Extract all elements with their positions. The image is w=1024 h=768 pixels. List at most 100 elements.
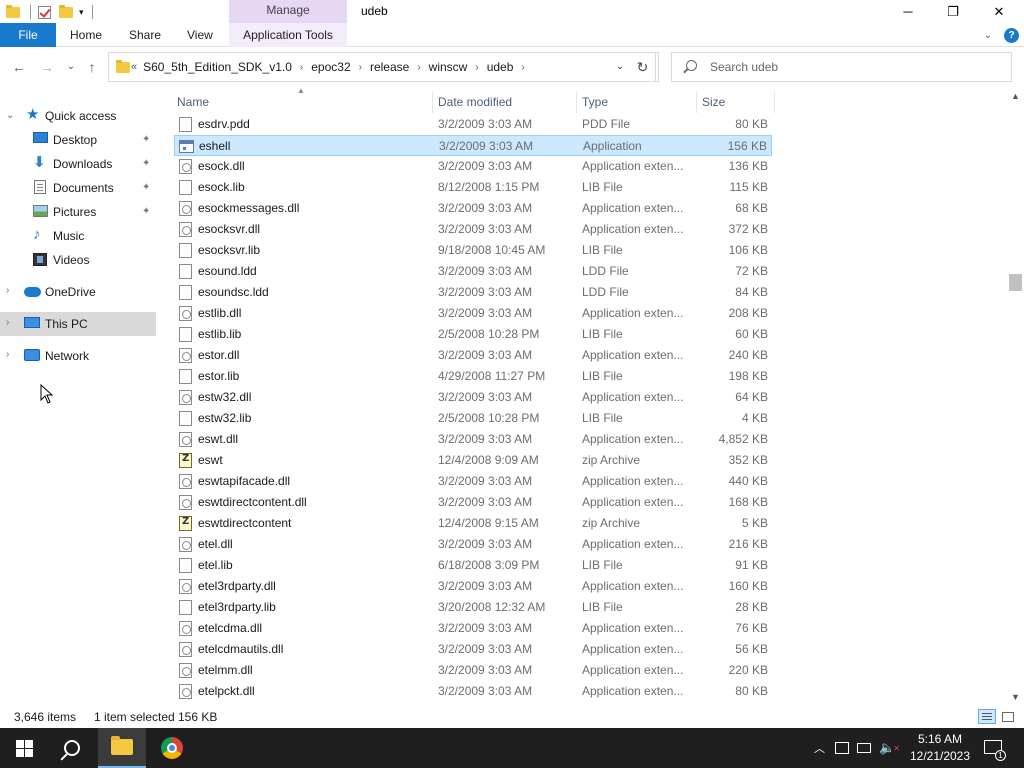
nav-item-desktop[interactable]: Desktop ✦ — [0, 128, 156, 152]
tab-share[interactable]: Share — [129, 23, 161, 47]
breadcrumb-item[interactable]: epoc32 — [311, 60, 350, 74]
breadcrumb-item[interactable]: S60_5th_Edition_SDK_v1.0 — [143, 60, 292, 74]
new-folder-icon[interactable] — [57, 4, 75, 20]
large-icons-view-icon[interactable] — [999, 709, 1017, 724]
file-row[interactable]: etelcdma.dll 3/2/2009 3:03 AM Application … — [174, 618, 772, 639]
file-row[interactable]: etelmm.dll 3/2/2009 3:03 AM Application ex… — [174, 660, 772, 681]
expand-ribbon-icon[interactable]: ⌄ — [984, 30, 992, 41]
column-divider[interactable] — [576, 91, 577, 113]
chevron-down-icon[interactable]: ⌄ — [6, 110, 16, 121]
taskbar-clock[interactable]: 5:16 AM 12/21/2023 — [904, 731, 976, 765]
file-row[interactable]: esdrv.pdd 3/2/2009 3:03 AM PDD File 80 KB — [174, 114, 772, 135]
column-divider[interactable] — [774, 91, 775, 113]
chevron-right-icon[interactable]: › — [6, 285, 16, 296]
chevron-right-icon[interactable]: › — [417, 62, 420, 73]
file-row[interactable]: etelcdmautils.dll 3/2/2009 3:03 AM Applica… — [174, 639, 772, 660]
nav-item-videos[interactable]: Videos — [0, 248, 156, 272]
taskbar-file-explorer[interactable] — [98, 728, 146, 768]
scroll-down-button[interactable]: ▼ — [1007, 689, 1024, 706]
file-row[interactable]: etel.lib 6/18/2008 3:09 PM LIB File 91 KB — [174, 555, 772, 576]
properties-icon[interactable] — [35, 4, 53, 20]
file-icon — [179, 411, 192, 426]
recent-locations-button[interactable]: ⌄ — [62, 58, 80, 76]
nav-item-downloads[interactable]: ⬇ Downloads ✦ — [0, 152, 156, 176]
manage-contextual-tab[interactable]: Manage — [229, 0, 347, 23]
forward-button[interactable]: → — [38, 58, 56, 76]
close-button[interactable]: ✕ — [976, 0, 1022, 23]
start-button[interactable] — [0, 728, 48, 768]
maximize-button[interactable]: ❐ — [930, 0, 976, 23]
nav-item-network[interactable]: › Network — [0, 344, 156, 368]
file-row[interactable]: etel3rdparty.lib 3/20/2008 12:32 AM LIB Fi… — [174, 597, 772, 618]
file-row[interactable]: estor.dll 3/2/2009 3:03 AM Application ext… — [174, 345, 772, 366]
file-row[interactable]: etel.dll 3/2/2009 3:03 AM Application exte… — [174, 534, 772, 555]
file-row[interactable]: estw32.dll 3/2/2009 3:03 AM Application ex… — [174, 387, 772, 408]
file-row[interactable]: eswt 12/4/2008 9:09 AM zip Archive 352 KB — [174, 450, 772, 471]
file-row[interactable]: esock.dll 3/2/2009 3:03 AM Application ext… — [174, 156, 772, 177]
tray-overflow-icon[interactable]: ︿ — [814, 740, 825, 756]
chevron-right-icon[interactable]: › — [521, 62, 524, 73]
chevron-right-icon[interactable]: › — [359, 62, 362, 73]
pin-icon: ✦ — [142, 158, 151, 169]
qat-dropdown-icon[interactable]: ▾ — [79, 7, 84, 18]
file-date: 3/2/2009 3:03 AM — [438, 579, 533, 593]
column-divider[interactable] — [696, 91, 697, 113]
nav-item-this-pc[interactable]: › This PC — [0, 312, 156, 336]
chevron-right-icon[interactable]: › — [300, 62, 303, 73]
details-view-icon[interactable] — [978, 709, 996, 724]
taskbar-chrome[interactable] — [148, 728, 196, 768]
search-box[interactable] — [671, 52, 1012, 82]
file-row[interactable]: eswtdirectcontent.dll 3/2/2009 3:03 AM App… — [174, 492, 772, 513]
tab-view[interactable]: View — [187, 23, 213, 47]
file-row[interactable]: esound.ldd 3/2/2009 3:03 AM LDD File 72 KB — [174, 261, 772, 282]
tab-application-tools[interactable]: Application Tools — [229, 23, 347, 47]
column-divider[interactable] — [432, 91, 433, 113]
refresh-button[interactable]: ↻ — [627, 52, 659, 82]
scroll-up-button[interactable]: ▲ — [1007, 88, 1024, 105]
breadcrumb-item[interactable]: release — [370, 60, 409, 74]
file-row[interactable]: estlib.lib 2/5/2008 10:28 PM LIB File 60 KB — [174, 324, 772, 345]
nav-item-pictures[interactable]: Pictures ✦ — [0, 200, 156, 224]
chevron-right-icon[interactable]: › — [6, 349, 16, 360]
nav-item-quick-access[interactable]: ⌄ ★ Quick access — [0, 104, 156, 128]
file-row[interactable]: esockmessages.dll 3/2/2009 3:03 AM Applica… — [174, 198, 772, 219]
file-row[interactable]: eswtdirectcontent 12/4/2008 9:15 AM zip Ar… — [174, 513, 772, 534]
vertical-scrollbar[interactable]: ▲ ▼ — [1007, 88, 1024, 706]
scroll-thumb[interactable] — [1009, 274, 1022, 291]
file-row[interactable]: eswtapifacade.dll 3/2/2009 3:03 AM Applica… — [174, 471, 772, 492]
file-row[interactable]: estlib.dll 3/2/2009 3:03 AM Application ex… — [174, 303, 772, 324]
up-button[interactable]: ↑ — [83, 58, 101, 76]
file-row[interactable]: esock.lib 8/12/2008 1:15 PM LIB File 115 KB — [174, 177, 772, 198]
column-header-size[interactable]: Size — [702, 91, 725, 113]
breadcrumb-item[interactable]: winscw — [429, 60, 468, 74]
nav-item-documents[interactable]: Documents ✦ — [0, 176, 156, 200]
back-button[interactable]: ← — [10, 58, 28, 76]
column-header-type[interactable]: Type — [582, 91, 608, 113]
file-row[interactable]: esoundsc.ldd 3/2/2009 3:03 AM LDD File 84 K… — [174, 282, 772, 303]
network-tray-icon[interactable] — [857, 743, 871, 753]
chevron-right-icon[interactable]: › — [475, 62, 478, 73]
breadcrumb-item[interactable]: udeb — [487, 60, 514, 74]
tab-home[interactable]: Home — [70, 23, 102, 47]
file-row[interactable]: etel3rdparty.dll 3/2/2009 3:03 AM Applicat… — [174, 576, 772, 597]
taskbar-search-button[interactable] — [48, 728, 96, 768]
action-center-tray-icon[interactable] — [835, 742, 849, 754]
minimize-button[interactable]: ─ — [885, 0, 931, 23]
file-row[interactable]: esocksvr.dll 3/2/2009 3:03 AM Application … — [174, 219, 772, 240]
file-row[interactable]: estor.lib 4/29/2008 11:27 PM LIB File 198 K… — [174, 366, 772, 387]
search-input[interactable] — [710, 59, 1000, 75]
column-header-date[interactable]: Date modified — [438, 91, 512, 113]
file-row[interactable]: eshell 3/2/2009 3:03 AM Application 156 KB — [174, 135, 772, 156]
help-icon[interactable]: ? — [1004, 27, 1019, 43]
address-bar[interactable]: « S60_5th_Edition_SDK_v1.0 › epoc32 › re… — [108, 52, 656, 82]
file-row[interactable]: eswt.dll 3/2/2009 3:03 AM Application exte… — [174, 429, 772, 450]
breadcrumb-overflow[interactable]: « — [131, 61, 137, 73]
chevron-right-icon[interactable]: › — [6, 317, 16, 328]
file-row[interactable]: etelpckt.dll 3/2/2009 3:03 AM Application … — [174, 681, 772, 702]
nav-item-onedrive[interactable]: › OneDrive — [0, 280, 156, 304]
column-header-name[interactable]: Name — [177, 91, 209, 113]
file-row[interactable]: esocksvr.lib 9/18/2008 10:45 AM LIB File 10… — [174, 240, 772, 261]
file-row[interactable]: estw32.lib 2/5/2008 10:28 PM LIB File 4 KB — [174, 408, 772, 429]
nav-item-music[interactable]: ♪ Music — [0, 224, 156, 248]
tab-file[interactable]: File — [0, 23, 56, 47]
